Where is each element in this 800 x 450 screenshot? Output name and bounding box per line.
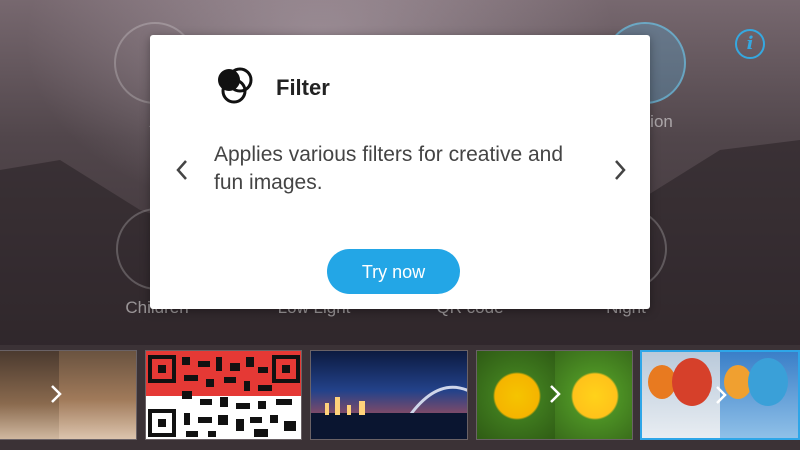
thumbnail-hot-air-balloons[interactable] bbox=[640, 350, 800, 440]
chevron-right-icon bbox=[550, 385, 561, 403]
thumbnail-winter-forest[interactable] bbox=[0, 350, 137, 440]
thumbnail-sunflowers[interactable] bbox=[476, 350, 633, 440]
qr-code-icon bbox=[146, 351, 301, 437]
try-now-button[interactable]: Try now bbox=[327, 249, 460, 294]
chevron-left-icon[interactable] bbox=[170, 155, 194, 185]
bridge-icon bbox=[311, 385, 467, 439]
dialog-title: Filter bbox=[276, 75, 330, 100]
info-icon[interactable]: i bbox=[735, 29, 765, 59]
chevron-right-icon[interactable] bbox=[608, 155, 632, 185]
filter-icon bbox=[218, 67, 253, 104]
filter-info-dialog: Filter Applies various filters for creat… bbox=[150, 35, 650, 309]
filter-thumbnail-strip[interactable] bbox=[0, 350, 800, 442]
thumbnail-qr-code[interactable] bbox=[145, 350, 302, 440]
chevron-right-icon bbox=[716, 386, 727, 404]
dialog-description: Applies various filters for creative and… bbox=[214, 143, 563, 194]
chevron-right-icon bbox=[51, 385, 62, 403]
thumbnail-harbour-bridge-night[interactable] bbox=[310, 350, 468, 440]
